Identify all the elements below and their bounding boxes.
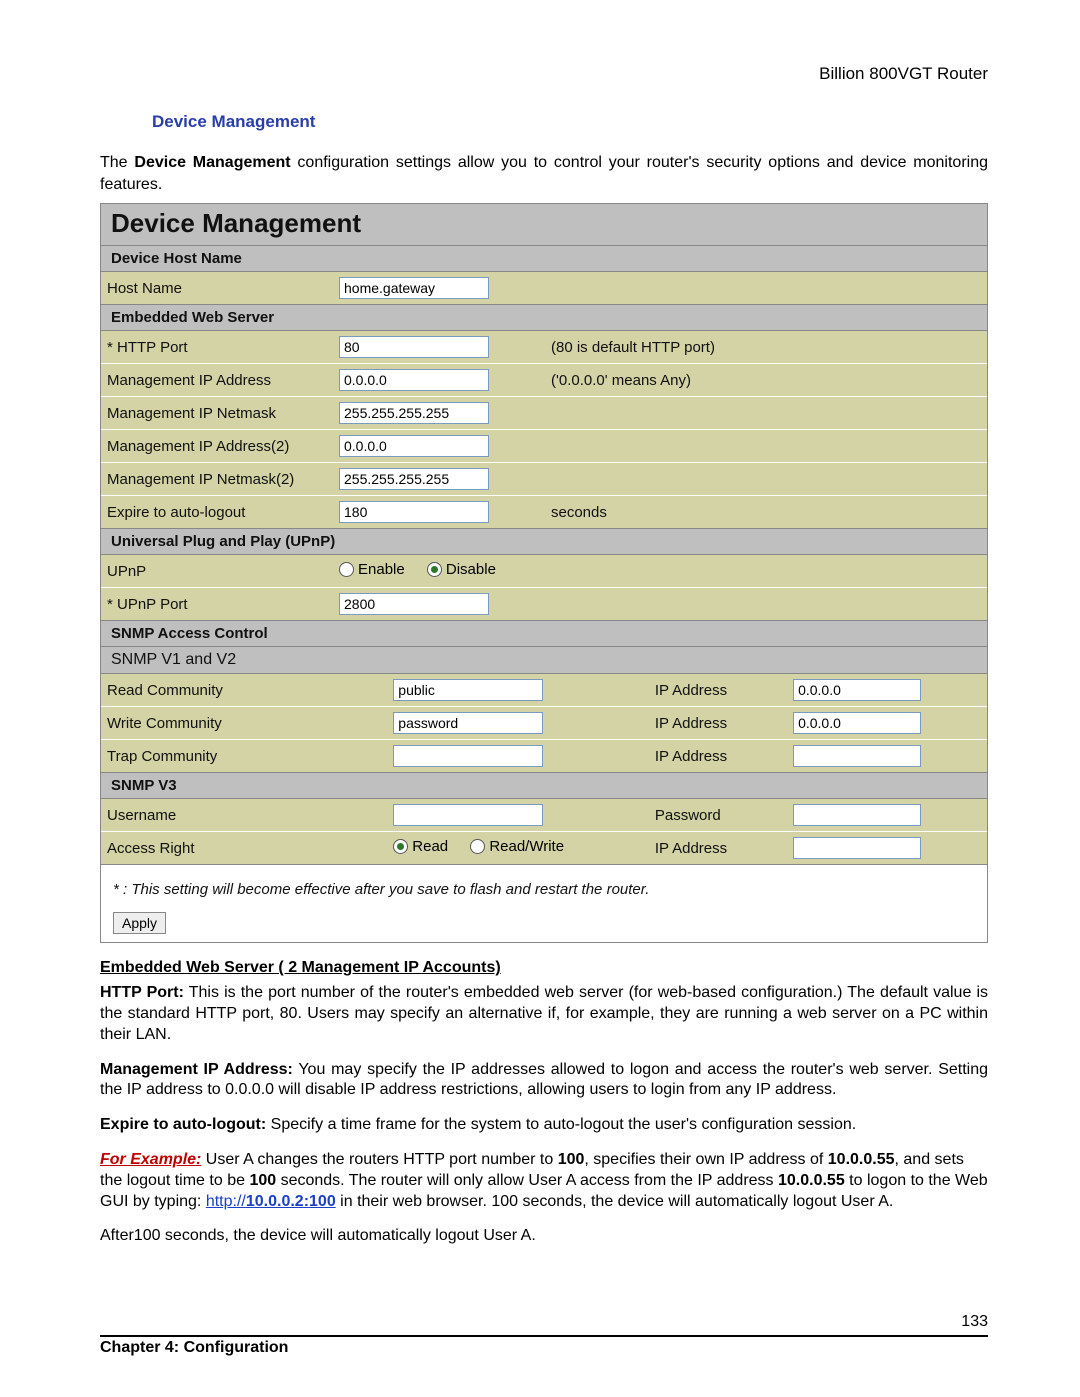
mgmt-ip-bold: Management IP Address: bbox=[100, 1061, 293, 1078]
mgmt-ip2-input[interactable] bbox=[339, 435, 489, 457]
access-ip-label: IP Address bbox=[649, 832, 787, 865]
expire-text: Specify a time frame for the system to a… bbox=[266, 1116, 856, 1133]
expire-input[interactable] bbox=[339, 501, 489, 523]
upnp-enable-label: Enable bbox=[358, 561, 405, 578]
mgmt-mask-label: Management IP Netmask bbox=[101, 397, 333, 430]
upnp-port-input[interactable] bbox=[339, 593, 489, 615]
snmp-v1v2-header: SNMP V1 and V2 bbox=[101, 646, 987, 673]
http-port-input[interactable] bbox=[339, 336, 489, 358]
http-port-hint: (80 is default HTTP port) bbox=[545, 331, 987, 364]
page-footer: 133 Chapter 4: Configuration bbox=[100, 1335, 988, 1357]
upnp-table: UPnP Enable Disable * UPnP Port bbox=[101, 554, 987, 620]
host-name-input[interactable] bbox=[339, 277, 489, 299]
chapter-label: Chapter 4: Configuration bbox=[100, 1339, 288, 1357]
http-port-text: This is the port number of the router's … bbox=[100, 984, 988, 1043]
restart-note: * : This setting will become effective a… bbox=[113, 881, 975, 898]
access-rw-radio[interactable]: Read/Write bbox=[470, 838, 564, 855]
upnp-disable-radio[interactable]: Disable bbox=[427, 561, 496, 578]
intro-before: The bbox=[100, 154, 134, 171]
http-port-bold: HTTP Port: bbox=[100, 984, 184, 1001]
embedded-web-server-subheading: Embedded Web Server ( 2 Management IP Ac… bbox=[100, 959, 988, 977]
router-name: Billion 800VGT Router bbox=[100, 64, 988, 84]
intro-bold: Device Management bbox=[134, 154, 290, 171]
access-ip-input[interactable] bbox=[793, 837, 921, 859]
write-ip-label: IP Address bbox=[649, 707, 787, 740]
mgmt-mask-input[interactable] bbox=[339, 402, 489, 424]
example-paragraph: For Example: User A changes the routers … bbox=[100, 1150, 988, 1212]
expire-label: Expire to auto-logout bbox=[101, 496, 333, 529]
password-input[interactable] bbox=[793, 804, 921, 826]
trap-community-label: Trap Community bbox=[101, 740, 387, 773]
http-port-paragraph: HTTP Port: This is the port number of th… bbox=[100, 983, 988, 1045]
group-device-host-name: Device Host Name bbox=[101, 246, 987, 271]
mgmt-ip2-label: Management IP Address(2) bbox=[101, 430, 333, 463]
upnp-disable-label: Disable bbox=[446, 561, 496, 578]
upnp-port-label: * UPnP Port bbox=[101, 588, 333, 621]
radio-icon bbox=[339, 562, 354, 577]
read-community-input[interactable] bbox=[393, 679, 543, 701]
snmp-v1v2-table: Read Community IP Address Write Communit… bbox=[101, 673, 987, 772]
read-ip-input[interactable] bbox=[793, 679, 921, 701]
trap-ip-label: IP Address bbox=[649, 740, 787, 773]
panel-footer: * : This setting will become effective a… bbox=[101, 864, 987, 942]
http-port-label: * HTTP Port bbox=[101, 331, 333, 364]
expire-bold: Expire to auto-logout: bbox=[100, 1116, 266, 1133]
expire-paragraph: Expire to auto-logout: Specify a time fr… bbox=[100, 1115, 988, 1136]
mgmt-ip-label: Management IP Address bbox=[101, 364, 333, 397]
snmp-v3-header: SNMP V3 bbox=[101, 772, 987, 798]
snmp-v3-table: Username Password Access Right Read Read… bbox=[101, 798, 987, 864]
device-management-panel: Device Management Device Host Name Host … bbox=[100, 203, 988, 943]
radio-icon bbox=[427, 562, 442, 577]
group-snmp-access: SNMP Access Control bbox=[101, 620, 987, 646]
write-community-input[interactable] bbox=[393, 712, 543, 734]
write-community-label: Write Community bbox=[101, 707, 387, 740]
mgmt-mask2-label: Management IP Netmask(2) bbox=[101, 463, 333, 496]
upnp-enable-radio[interactable]: Enable bbox=[339, 561, 405, 578]
password-label: Password bbox=[649, 799, 787, 832]
mgmt-ip-paragraph: Management IP Address: You may specify t… bbox=[100, 1060, 988, 1102]
mgmt-ip-input[interactable] bbox=[339, 369, 489, 391]
group-upnp: Universal Plug and Play (UPnP) bbox=[101, 528, 987, 554]
radio-icon bbox=[470, 839, 485, 854]
web-table: * HTTP Port (80 is default HTTP port) Ma… bbox=[101, 330, 987, 528]
access-read-label: Read bbox=[412, 838, 448, 855]
example-link[interactable]: http://10.0.0.2:100 bbox=[206, 1193, 336, 1210]
panel-title: Device Management bbox=[101, 204, 987, 246]
example-lead: For Example: bbox=[100, 1151, 201, 1168]
apply-button[interactable]: Apply bbox=[113, 912, 166, 934]
mgmt-mask2-input[interactable] bbox=[339, 468, 489, 490]
read-ip-label: IP Address bbox=[649, 674, 787, 707]
username-input[interactable] bbox=[393, 804, 543, 826]
expire-hint: seconds bbox=[545, 496, 987, 529]
page-number: 133 bbox=[961, 1313, 988, 1331]
host-table: Host Name bbox=[101, 271, 987, 304]
read-community-label: Read Community bbox=[101, 674, 387, 707]
after-paragraph: After100 seconds, the device will automa… bbox=[100, 1226, 988, 1247]
write-ip-input[interactable] bbox=[793, 712, 921, 734]
mgmt-ip-hint: ('0.0.0.0' means Any) bbox=[545, 364, 987, 397]
access-rw-label: Read/Write bbox=[489, 838, 564, 855]
access-right-label: Access Right bbox=[101, 832, 387, 865]
trap-community-input[interactable] bbox=[393, 745, 543, 767]
group-embedded-web-server: Embedded Web Server bbox=[101, 304, 987, 330]
intro-paragraph: The Device Management configuration sett… bbox=[100, 152, 988, 195]
upnp-label: UPnP bbox=[101, 555, 333, 588]
trap-ip-input[interactable] bbox=[793, 745, 921, 767]
access-read-radio[interactable]: Read bbox=[393, 838, 448, 855]
host-name-label: Host Name bbox=[101, 272, 333, 305]
section-title: Device Management bbox=[152, 112, 988, 132]
radio-icon bbox=[393, 839, 408, 854]
username-label: Username bbox=[101, 799, 387, 832]
